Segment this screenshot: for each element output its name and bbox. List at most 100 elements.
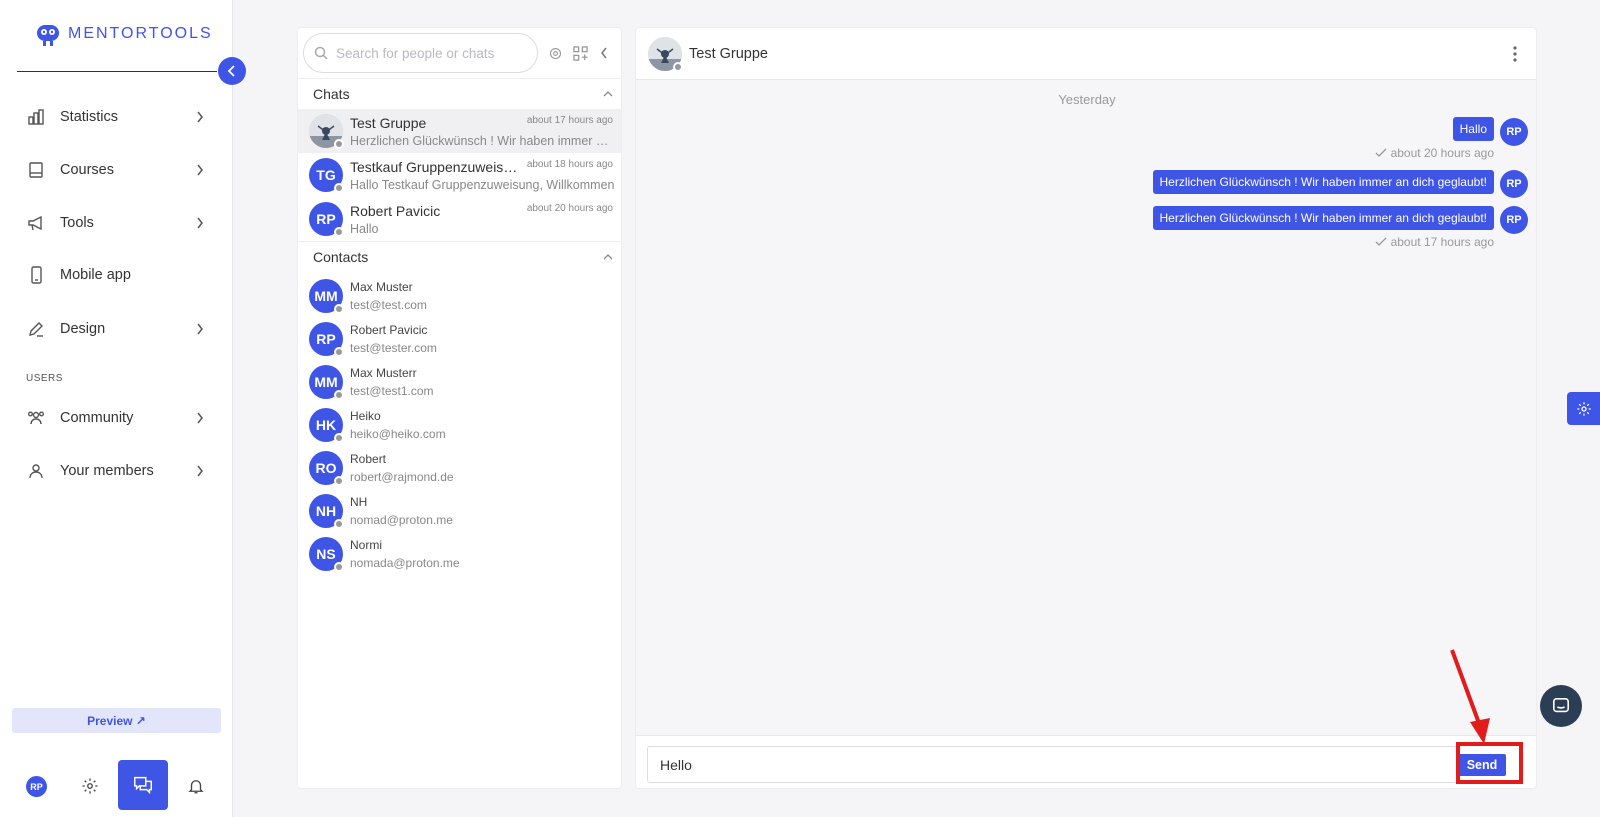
send-button[interactable]: Send [1458, 754, 1506, 776]
sidebar-item-label: Mobile app [60, 267, 131, 283]
sidebar-item-courses[interactable]: Courses [26, 155, 206, 185]
sidebar-item-label: Your members [60, 463, 154, 479]
chevron-right-icon [194, 111, 206, 123]
status-dot [334, 227, 344, 237]
robot-logo-icon [37, 25, 59, 46]
message-meta: about 17 hours ago [1375, 235, 1494, 249]
chat-time: about 18 hours ago [526, 159, 613, 170]
sidebar-item-label: Community [60, 410, 134, 426]
chat-time: about 20 hours ago [526, 203, 613, 214]
chevron-right-icon [194, 164, 206, 176]
section-title-users: USERS [26, 373, 63, 384]
contact-email: robert@rajmond.de [350, 470, 454, 484]
check-icon [1375, 148, 1387, 157]
status-dot [334, 519, 344, 529]
contact-item[interactable]: NS Normi nomada@proton.me [298, 532, 621, 576]
contact-item[interactable]: HK Heiko heiko@heiko.com [298, 403, 621, 447]
message-area[interactable]: Yesterday Hallo RP about 20 hours ago He… [636, 80, 1536, 735]
more-options-icon[interactable] [1510, 44, 1520, 64]
status-dot [334, 562, 344, 572]
community-icon [26, 408, 46, 428]
contact-name: Max Musterr [350, 366, 417, 380]
sidebar-item-community[interactable]: Community [26, 403, 206, 433]
contacts-group-header[interactable]: Contacts [298, 241, 621, 271]
sidebar-item-label: Courses [60, 162, 114, 178]
brand-name: MENTORTOOLS [68, 25, 213, 42]
conversation-panel: Test Gruppe Yesterday Hallo RP about 20 … [635, 27, 1537, 789]
contact-email: test@test1.com [350, 384, 434, 398]
contact-name: Heiko [350, 409, 381, 423]
sidebar-bottom-bar: RP [0, 758, 233, 814]
conversation-title: Test Gruppe [689, 46, 768, 62]
chevron-up-icon[interactable] [593, 84, 621, 104]
new-group-icon[interactable] [570, 43, 590, 63]
preview-button[interactable]: Preview ↗ [12, 708, 221, 733]
message-time: about 20 hours ago [1390, 146, 1494, 160]
status-dot [334, 304, 344, 314]
conversation-header: Test Gruppe [636, 28, 1536, 80]
chat-preview: Hallo Testkauf Gruppenzuweisung, Willkom… [350, 178, 615, 192]
contact-name: Robert Pavicic [350, 323, 428, 337]
search-input[interactable] [336, 45, 526, 61]
chat-name: Test Gruppe [350, 115, 427, 131]
sidebar: MENTORTOOLS Statistics Courses Tools Mob… [0, 0, 233, 817]
settings-icon[interactable] [545, 43, 565, 63]
sidebar-item-mobile-app[interactable]: Mobile app [26, 260, 206, 290]
chat-item[interactable]: RP Robert Pavicic about 20 hours ago Hal… [298, 197, 621, 241]
chats-group-header[interactable]: Chats [298, 78, 621, 108]
contact-item[interactable]: RP Robert Pavicic test@tester.com [298, 317, 621, 361]
chevron-right-icon [194, 465, 206, 477]
chat-icon[interactable] [118, 760, 168, 810]
pencil-icon [26, 319, 46, 339]
sidebar-item-label: Statistics [60, 109, 119, 125]
contact-item[interactable]: MM Max Muster test@test.com [298, 274, 621, 318]
contact-item[interactable]: NH NH nomad@proton.me [298, 489, 621, 533]
megaphone-icon [26, 213, 46, 233]
user-avatar[interactable]: RP [26, 776, 47, 797]
status-dot [334, 390, 344, 400]
contact-name: Max Muster [350, 280, 413, 294]
contact-email: heiko@heiko.com [350, 427, 446, 441]
message-input[interactable] [647, 746, 1457, 783]
message-avatar: RP [1500, 206, 1528, 234]
message-meta: about 20 hours ago [1375, 146, 1494, 160]
message-bubble: Herzlichen Glückwünsch ! Wir haben immer… [1152, 206, 1494, 230]
contact-email: test@test.com [350, 298, 427, 312]
status-dot [673, 62, 683, 72]
search-box[interactable] [303, 33, 538, 73]
chat-item[interactable]: TG Testkauf Gruppenzuweisung about 18 ho… [298, 153, 621, 197]
sidebar-item-statistics[interactable]: Statistics [26, 102, 206, 132]
chat-preview: Herzlichen Glückwünsch ! Wir haben immer… [350, 134, 615, 148]
support-chat-icon[interactable] [1540, 685, 1582, 727]
message-bubble: Herzlichen Glückwünsch ! Wir haben immer… [1152, 170, 1494, 194]
contact-name: NH [350, 495, 368, 509]
contact-email: nomada@proton.me [350, 556, 460, 570]
status-dot [334, 139, 344, 149]
chat-time: about 17 hours ago [526, 115, 613, 126]
divider [17, 71, 217, 72]
contact-item[interactable]: RO Robert robert@rajmond.de [298, 446, 621, 490]
chat-preview: Hallo [350, 222, 379, 236]
chevron-left-icon [227, 65, 235, 77]
message-composer: Send [636, 735, 1536, 788]
chevron-right-icon [194, 217, 206, 229]
chat-item[interactable]: Test Gruppe about 17 hours ago Herzliche… [298, 109, 621, 153]
sidebar-item-design[interactable]: Design [26, 314, 206, 344]
contact-name: Normi [350, 538, 382, 552]
status-dot [334, 433, 344, 443]
collapse-sidebar-button[interactable] [218, 57, 246, 85]
sidebar-item-your-members[interactable]: Your members [26, 456, 206, 486]
sidebar-item-tools[interactable]: Tools [26, 208, 206, 238]
status-dot [334, 347, 344, 357]
bell-icon[interactable] [184, 774, 208, 798]
contact-email: nomad@proton.me [350, 513, 453, 527]
sidebar-item-label: Design [60, 321, 106, 337]
chevron-left-icon[interactable] [594, 43, 614, 63]
check-icon [1375, 237, 1387, 246]
chevron-up-icon[interactable] [593, 247, 621, 267]
settings-tab-icon[interactable] [1567, 392, 1600, 425]
settings-icon[interactable] [78, 774, 102, 798]
contact-item[interactable]: MM Max Musterr test@test1.com [298, 360, 621, 404]
brand-logo[interactable]: MENTORTOOLS [34, 20, 213, 48]
message-avatar: RP [1500, 118, 1528, 146]
